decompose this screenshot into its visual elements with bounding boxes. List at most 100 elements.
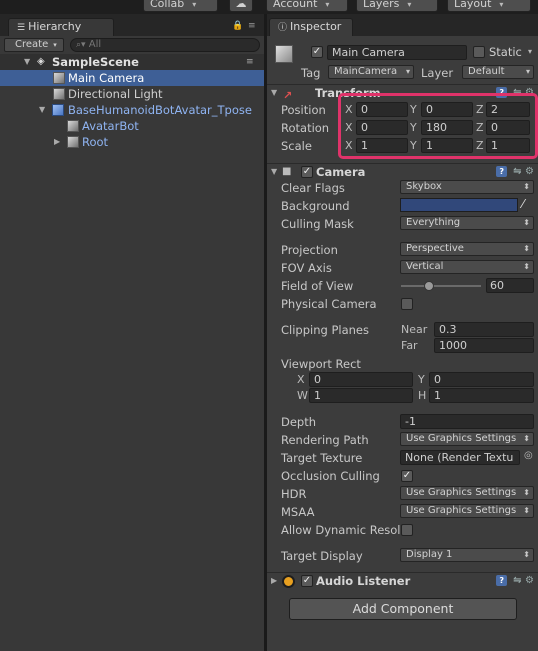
object-name-field[interactable]: Main Camera [327, 45, 467, 60]
create-button[interactable]: Create ▾ [4, 38, 64, 52]
list-item[interactable]: Main Camera [0, 70, 264, 86]
scene-row[interactable]: ▼ ◈ SampleScene ≡ [0, 54, 264, 70]
viewport-w-label: W [297, 389, 308, 402]
help-icon[interactable]: ? [496, 575, 508, 586]
chevron-down-icon: ⬍ [523, 244, 530, 253]
gear-icon[interactable]: ⚙ [525, 575, 534, 586]
expand-arrow-icon[interactable]: ▼ [39, 102, 45, 118]
audio-listener-icon [282, 575, 295, 588]
viewport-w-field[interactable]: 1 [309, 388, 413, 403]
msaa-dropdown[interactable]: Use Graphics Settings ⬍ [400, 504, 534, 518]
fov-value-field[interactable]: 60 [486, 278, 534, 293]
tab-hierarchy[interactable]: ☰ Hierarchy [8, 18, 114, 36]
viewport-y-field[interactable]: 0 [429, 372, 534, 387]
fov-axis-label: FOV Axis [281, 261, 332, 275]
chevron-down-icon: ▾ [192, 0, 197, 9]
inspector-tabstrip: ⓘ Inspector [267, 14, 538, 36]
near-field[interactable]: 0.3 [434, 322, 534, 337]
culling-mask-dropdown[interactable]: Everything ⬍ [400, 216, 534, 230]
target-texture-field[interactable]: None (Render Textu [400, 450, 520, 465]
fov-axis-dropdown[interactable]: Vertical ⬍ [400, 260, 534, 274]
list-item[interactable]: Directional Light [0, 86, 264, 102]
layers-button[interactable]: Layers ▾ [356, 0, 438, 12]
object-picker-icon[interactable]: ◎ [524, 450, 533, 461]
hierarchy-icon: ☰ [17, 23, 26, 33]
tag-value: MainCamera [334, 66, 398, 77]
hierarchy-toolbar: Create ▾ ⌕▾ [4, 36, 260, 54]
collapsed-arrow-icon[interactable]: ▶ [54, 134, 60, 150]
add-component-button[interactable]: Add Component [289, 598, 517, 620]
allow-dynamic-resolution-checkbox[interactable] [401, 524, 413, 536]
viewport-w-value: 1 [314, 389, 321, 402]
cloud-button[interactable]: ☁ [229, 0, 253, 12]
search-input[interactable] [88, 39, 239, 50]
chevron-down-icon: ⬍ [523, 550, 530, 559]
expand-arrow-icon[interactable]: ▶ [271, 573, 277, 589]
help-icon[interactable]: ? [496, 166, 508, 177]
tab-inspector-label: Inspector [290, 20, 342, 33]
depth-field[interactable]: -1 [400, 414, 534, 429]
rendering-path-label: Rendering Path [281, 433, 369, 447]
viewport-h-field[interactable]: 1 [429, 388, 534, 403]
lock-icon[interactable]: 🔒 [232, 21, 243, 31]
gameobject-cube-icon [67, 136, 79, 148]
target-texture-value: None (Render Textu [405, 451, 514, 464]
expand-arrow-icon[interactable]: ▼ [24, 54, 30, 70]
component-tools: ? ⇋ ⚙ [496, 573, 534, 589]
list-item[interactable]: ▼ BaseHumanoidBotAvatar_Tpose [0, 102, 264, 118]
list-item[interactable]: AvatarBot [0, 118, 264, 134]
tab-inspector[interactable]: ⓘ Inspector [269, 18, 353, 36]
chevron-down-icon: ▾ [325, 0, 330, 9]
list-item[interactable]: ▶ Root [0, 134, 264, 150]
chevron-down-icon[interactable]: ▾ [528, 47, 532, 56]
list-item-label: Root [82, 135, 109, 149]
expand-arrow-icon[interactable]: ▼ [271, 164, 277, 180]
background-color-swatch[interactable] [400, 198, 518, 212]
collab-button[interactable]: Collab ▾ [143, 0, 218, 12]
fov-slider-track[interactable] [401, 285, 481, 287]
projection-value: Perspective [406, 243, 464, 254]
unity-scene-icon: ◈ [37, 56, 45, 67]
preset-icon[interactable]: ⇋ [513, 166, 521, 177]
fov-slider-handle[interactable] [424, 281, 434, 291]
chevron-down-icon: ⬍ [523, 262, 530, 271]
clipping-planes-label: Clipping Planes [281, 323, 369, 337]
clear-flags-label: Clear Flags [281, 181, 345, 195]
clear-flags-dropdown[interactable]: Skybox ⬍ [400, 180, 534, 194]
account-button[interactable]: Account ▾ [266, 0, 348, 12]
preset-icon[interactable]: ⇋ [513, 575, 521, 586]
viewport-x-value: 0 [314, 373, 321, 386]
scene-menu-icon[interactable]: ≡ [246, 54, 254, 70]
chevron-down-icon: ▾ [405, 67, 410, 76]
gear-icon[interactable]: ⚙ [525, 166, 534, 177]
layout-button[interactable]: Layout ▾ [447, 0, 531, 12]
list-item-label: AvatarBot [82, 119, 139, 133]
fov-value: 60 [490, 279, 504, 292]
target-display-dropdown[interactable]: Display 1 ⬍ [400, 548, 534, 562]
camera-header[interactable]: ▼ ■ ✓ Camera ? ⇋ ⚙ [267, 163, 538, 180]
search-icon: ⌕▾ [76, 40, 86, 50]
prefab-icon [52, 104, 64, 116]
active-checkbox[interactable]: ✓ [311, 46, 323, 58]
hdr-dropdown[interactable]: Use Graphics Settings ⬍ [400, 486, 534, 500]
tag-dropdown[interactable]: MainCamera ▾ [328, 65, 414, 79]
rendering-path-dropdown[interactable]: Use Graphics Settings ⬍ [400, 432, 534, 446]
audio-listener-header[interactable]: ▶ ✓ Audio Listener ? ⇋ ⚙ [267, 572, 538, 589]
audio-listener-enabled-checkbox[interactable]: ✓ [301, 575, 313, 587]
viewport-h-value: 1 [434, 389, 441, 402]
occlusion-culling-checkbox[interactable]: ✓ [401, 470, 413, 482]
target-display-value: Display 1 [406, 549, 453, 560]
expand-arrow-icon[interactable]: ▼ [271, 85, 277, 101]
far-field[interactable]: 1000 [434, 338, 534, 353]
far-label: Far [401, 339, 418, 352]
panel-menu-icon[interactable]: ≡ [248, 21, 256, 31]
camera-enabled-checkbox[interactable]: ✓ [301, 166, 313, 178]
viewport-x-field[interactable]: 0 [309, 372, 413, 387]
viewport-y-value: 0 [434, 373, 441, 386]
search-field[interactable]: ⌕▾ [70, 38, 260, 52]
physical-camera-checkbox[interactable] [401, 298, 413, 310]
static-checkbox[interactable] [473, 46, 485, 58]
layer-dropdown[interactable]: Default ▾ [462, 65, 534, 79]
projection-dropdown[interactable]: Perspective ⬍ [400, 242, 534, 256]
eyedropper-icon[interactable]: ⁄ [522, 197, 524, 211]
